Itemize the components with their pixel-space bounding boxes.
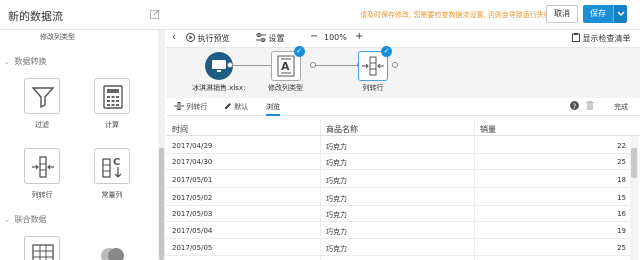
connector xyxy=(312,65,360,66)
tab-column-to-row[interactable]: 列转行 xyxy=(174,102,207,112)
node-badge: ✓ xyxy=(293,46,305,57)
chevron-down-icon xyxy=(617,11,625,17)
chevron-down-icon: ⌄ xyxy=(4,216,10,224)
show-checklist-button[interactable]: 显示检查清单 xyxy=(572,33,631,44)
save-dropdown-button[interactable] xyxy=(613,5,627,23)
trash-icon[interactable] xyxy=(586,101,594,112)
section-data-transform[interactable]: ⌄ 数据转换 xyxy=(4,56,47,67)
node-change-column-type[interactable]: A ✓ 修改列类型 xyxy=(268,46,305,93)
funnel-icon xyxy=(24,78,60,114)
table-join-icon xyxy=(24,236,60,260)
pencil-icon xyxy=(225,103,231,109)
venn-icon xyxy=(94,236,130,260)
operator-panel: 修改列类型 ⌄ 数据转换 过滤 计算 列转行 C 常量列 ⌄ 联合数据 xyxy=(0,30,165,260)
table-scrollbar-thumb[interactable] xyxy=(631,148,637,178)
collapse-chevron-icon[interactable]: ‹ xyxy=(172,32,176,43)
zoom-level: 100% xyxy=(324,33,347,42)
chevron-down-icon: ⌄ xyxy=(4,58,10,66)
constant-column-icon: C xyxy=(94,148,130,184)
page-title: 新的数据流 xyxy=(8,10,63,23)
column-type-icon: A xyxy=(277,55,294,77)
canvas-toolbar: ‹ 执行预览 设置 − 100% + 显示检查清单 xyxy=(166,30,640,48)
panel-scrollbar-thumb[interactable] xyxy=(159,148,164,260)
table-row[interactable]: 2017/04/29 巧克力 22 xyxy=(166,139,630,154)
node-badge: ✓ xyxy=(381,46,392,57)
svg-text:?: ? xyxy=(573,102,577,110)
tool-column-to-row[interactable]: 列转行 xyxy=(20,148,64,200)
calculator-icon xyxy=(94,78,130,114)
connector xyxy=(232,65,273,66)
top-bar: 新的数据流 请及时保存修改, 您需要检查数据流设置, 否则会导致运行失败 取消 … xyxy=(0,0,640,30)
play-icon xyxy=(186,33,195,42)
tab-default[interactable]: 默认 xyxy=(224,102,248,112)
table-row[interactable]: 2017/05/04 巧克力 19 xyxy=(166,224,630,239)
active-tab-indicator xyxy=(266,114,280,116)
tab-browse[interactable]: 浏览 xyxy=(266,102,280,112)
node-source[interactable]: 冰淇淋销售.xlsx: xyxy=(192,51,245,93)
table-row[interactable]: 2017/05/05 巧克力 25 xyxy=(166,241,630,256)
table-row[interactable]: 2017/05/01 巧克力 18 xyxy=(166,173,630,188)
run-preview-button[interactable]: 执行预览 xyxy=(186,33,230,44)
column-to-row-icon xyxy=(24,148,60,184)
column-header-sales[interactable]: 销量 xyxy=(480,124,496,135)
save-warning: 请及时保存修改, 您需要检查数据流设置, 否则会导致运行失败 xyxy=(360,11,551,19)
done-button[interactable]: 完成 xyxy=(614,102,628,112)
table-header: 时间 商品名称 销量 xyxy=(166,120,640,136)
tool-label-partial: 修改列类型 xyxy=(40,33,75,41)
column-to-row-icon xyxy=(174,102,184,110)
output-port[interactable] xyxy=(392,62,398,68)
output-port[interactable] xyxy=(227,62,233,68)
node-column-to-row[interactable]: ✓ 列转行 xyxy=(358,46,392,93)
svg-text:A: A xyxy=(281,60,290,73)
clipboard-icon xyxy=(572,33,580,42)
column-header-product[interactable]: 商品名称 xyxy=(326,124,358,135)
save-button[interactable]: 保存 xyxy=(583,5,613,23)
preview-table: 时间 商品名称 销量 2017/04/29 巧克力 22 2017/04/30 … xyxy=(166,120,640,260)
table-row[interactable]: 2017/04/30 巧克力 25 xyxy=(166,155,630,170)
column-header-time[interactable]: 时间 xyxy=(172,124,188,135)
zoom-in-button[interactable]: + xyxy=(355,31,363,42)
zoom-out-button[interactable]: − xyxy=(310,31,318,42)
tool-join-table[interactable] xyxy=(20,236,64,260)
cancel-button[interactable]: 取消 xyxy=(546,5,578,23)
help-icon[interactable]: ? xyxy=(570,101,579,112)
table-row[interactable]: 2017/05/02 巧克力 15 xyxy=(166,191,630,206)
settings-button[interactable]: 设置 xyxy=(256,33,285,44)
tool-filter[interactable]: 过滤 xyxy=(20,78,64,130)
table-row[interactable]: 2017/05/03 巧克力 16 xyxy=(166,207,630,222)
sliders-icon xyxy=(256,33,266,42)
section-join-data[interactable]: ⌄ 联合数据 xyxy=(4,214,47,225)
edit-icon[interactable] xyxy=(150,9,160,19)
output-port[interactable] xyxy=(310,62,316,68)
svg-text:C: C xyxy=(113,157,120,168)
tool-join-circles[interactable] xyxy=(90,236,134,260)
node-detail-tabs: 列转行 默认 浏览 ? 完成 xyxy=(166,98,640,116)
flow-canvas[interactable]: 冰淇淋销售.xlsx: A ✓ 修改列类型 ✓ 列转行 xyxy=(166,46,640,98)
tool-constant-column[interactable]: C 常量列 xyxy=(90,148,134,200)
tool-calculate[interactable]: 计算 xyxy=(90,78,134,130)
